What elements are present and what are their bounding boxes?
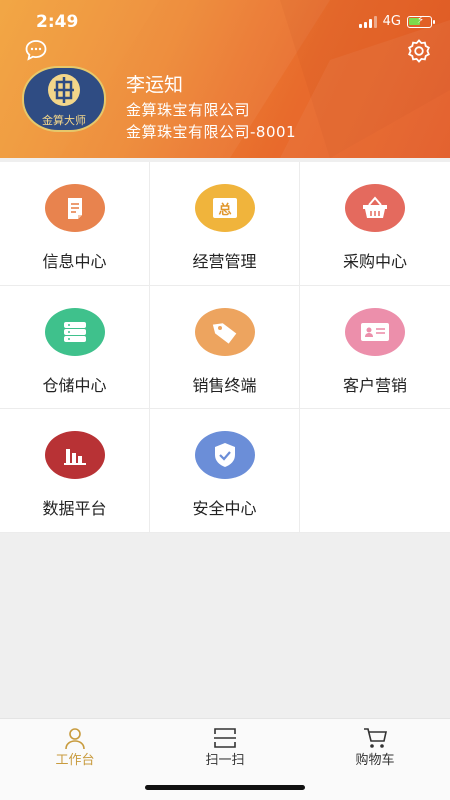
- message-icon[interactable]: [24, 38, 48, 62]
- tab-label: 工作台: [55, 753, 95, 768]
- signal-icon: [358, 15, 377, 28]
- shield-icon: [195, 431, 255, 479]
- summary-icon: 总: [195, 184, 255, 232]
- id-card-icon: [345, 308, 405, 356]
- person-icon: [65, 728, 85, 750]
- company-name: 金算珠宝有限公司: [126, 101, 251, 119]
- menu-item-label: 数据平台: [42, 499, 107, 518]
- profile-header: 2:49 4G ⚡ 金算大师 李运知 金算珠宝有限公司 金算珠宝有限公司-800…: [0, 0, 450, 158]
- avatar[interactable]: 金算大师: [22, 66, 106, 132]
- gear-icon[interactable]: [406, 38, 432, 64]
- menu-item-sales-terminal[interactable]: 销售终端: [150, 286, 300, 409]
- summary-glyph: 总: [218, 202, 232, 218]
- cart-icon: [364, 728, 387, 748]
- stack-icon: [45, 308, 105, 356]
- bar-chart-icon: [45, 431, 105, 479]
- avatar-brand-text: 金算大师: [42, 114, 86, 127]
- menu-item-label: 安全中心: [192, 499, 257, 518]
- menu-item-label: 仓储中心: [42, 376, 107, 395]
- function-grid: 信息中心 总 经营管理 采购中心 仓储中心 销售终端 客户营销 数据平台 安全中…: [0, 162, 450, 533]
- tab-label: 购物车: [355, 753, 395, 768]
- empty-cell: [300, 409, 450, 533]
- scan-icon: [214, 728, 236, 748]
- tab-workbench[interactable]: 工作台: [0, 719, 150, 779]
- tab-cart[interactable]: 购物车: [300, 719, 450, 779]
- menu-item-info-center[interactable]: 信息中心: [0, 162, 150, 286]
- company-code: 金算珠宝有限公司-8001: [126, 123, 297, 141]
- menu-item-label: 客户营销: [342, 376, 407, 395]
- menu-item-data-platform[interactable]: 数据平台: [0, 409, 150, 533]
- menu-item-business-management[interactable]: 总 经营管理: [150, 162, 300, 286]
- menu-item-label: 采购中心: [342, 252, 407, 271]
- document-icon: [45, 184, 105, 232]
- menu-item-purchase-center[interactable]: 采购中心: [300, 162, 450, 286]
- status-time: 2:49: [36, 12, 79, 32]
- tab-label: 扫一扫: [205, 753, 245, 768]
- menu-item-label: 销售终端: [192, 376, 257, 395]
- tag-icon: [195, 308, 255, 356]
- menu-item-security-center[interactable]: 安全中心: [150, 409, 300, 533]
- network-label: 4G: [382, 14, 401, 29]
- menu-item-label: 信息中心: [42, 252, 107, 271]
- menu-item-warehouse-center[interactable]: 仓储中心: [0, 286, 150, 409]
- battery-icon: ⚡: [407, 15, 435, 28]
- status-indicators: 4G ⚡: [358, 14, 435, 29]
- user-name: 李运知: [126, 74, 184, 96]
- status-bar: 2:49 4G ⚡: [0, 0, 450, 40]
- tab-scan[interactable]: 扫一扫: [150, 719, 300, 779]
- basket-icon: [345, 184, 405, 232]
- menu-item-label: 经营管理: [192, 252, 257, 271]
- home-indicator: [145, 785, 305, 790]
- menu-item-customer-marketing[interactable]: 客户营销: [300, 286, 450, 409]
